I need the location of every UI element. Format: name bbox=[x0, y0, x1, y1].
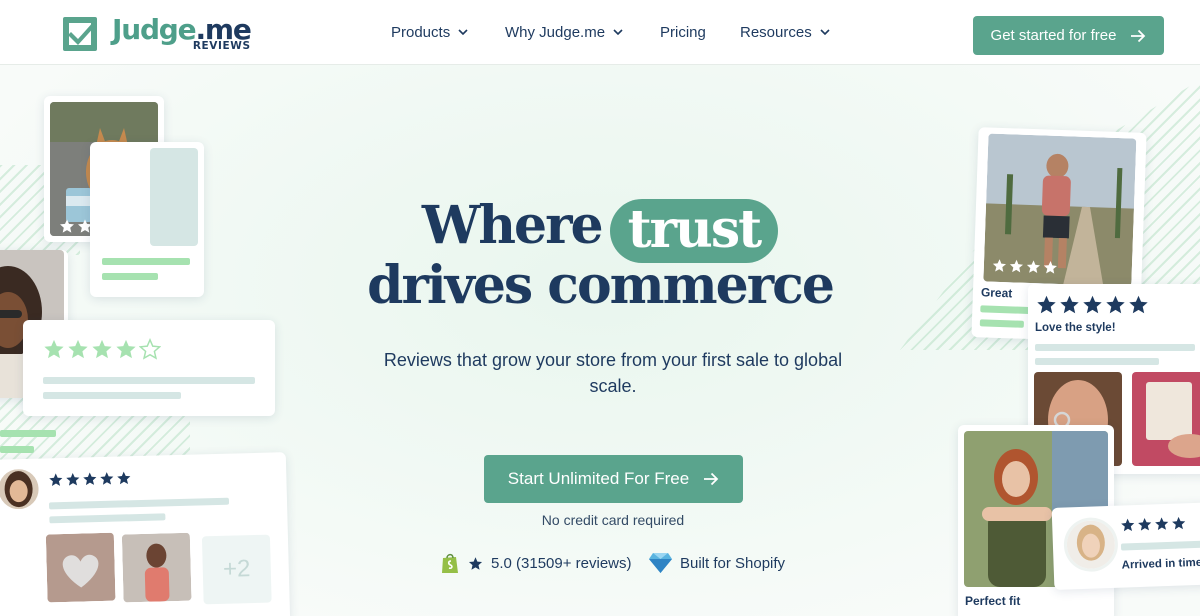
logo-name: Judge bbox=[112, 13, 197, 46]
review-text-bar bbox=[0, 446, 34, 453]
star-icon bbox=[1026, 260, 1040, 274]
reviewer-avatar bbox=[0, 468, 40, 510]
star-icon bbox=[1155, 517, 1169, 531]
star-icon bbox=[100, 472, 114, 485]
review-card-with-photos: +2 bbox=[0, 452, 291, 616]
rating-text: 5.0 (31509+ reviews) bbox=[491, 554, 632, 572]
review-photo-product bbox=[1132, 372, 1200, 466]
menu-products-label: Products bbox=[391, 23, 451, 41]
review-text-bar bbox=[43, 392, 181, 399]
perfect-fit-caption: Perfect fit bbox=[965, 594, 1021, 608]
menu-resources[interactable]: Resources bbox=[740, 0, 830, 64]
star-icon bbox=[66, 472, 80, 486]
star-icon bbox=[1121, 518, 1135, 532]
star-icon bbox=[1043, 260, 1057, 274]
love-style-stars bbox=[1036, 294, 1151, 315]
shopify-proof: Built for Shopify bbox=[648, 550, 785, 576]
star-icon bbox=[116, 339, 136, 359]
star-icon bbox=[1106, 295, 1125, 314]
shopify-bag-icon bbox=[442, 553, 458, 573]
star-icon bbox=[1172, 516, 1186, 530]
review-text-bar bbox=[48, 497, 230, 510]
walker-photo bbox=[983, 133, 1137, 287]
star-icon bbox=[92, 339, 112, 359]
star-icon bbox=[1009, 259, 1024, 273]
review-text-bar bbox=[1035, 358, 1159, 365]
four-star-rating bbox=[43, 338, 163, 360]
menu-pricing-label: Pricing bbox=[660, 23, 706, 41]
star-icon bbox=[117, 471, 131, 485]
more-photos-tile[interactable]: +2 bbox=[201, 534, 272, 605]
great-card-stars bbox=[992, 258, 1060, 275]
start-unlimited-label: Start Unlimited For Free bbox=[507, 469, 690, 488]
review-text-bar bbox=[1120, 540, 1200, 551]
rating-proof: 5.0 (31509+ reviews) bbox=[441, 550, 632, 576]
reviewer-avatar bbox=[1066, 519, 1116, 570]
star-icon bbox=[1138, 518, 1152, 531]
great-caption: Great bbox=[980, 285, 1013, 301]
review-text-bar bbox=[0, 430, 56, 437]
love-style-caption: Love the style! bbox=[1035, 322, 1116, 334]
menu-why-judgeme[interactable]: Why Judge.me bbox=[505, 0, 623, 64]
judgeme-logo[interactable]: Judge.me REVIEWS bbox=[62, 13, 252, 54]
arrow-right-icon bbox=[704, 472, 719, 486]
star-icon bbox=[49, 473, 63, 487]
menu-pricing[interactable]: Pricing bbox=[660, 0, 706, 64]
menu-resources-label: Resources bbox=[740, 23, 812, 41]
chevron-down-icon bbox=[458, 29, 468, 35]
logo-text: Judge.me REVIEWS bbox=[112, 13, 252, 53]
hero-subtitle: Reviews that grow your store from your f… bbox=[383, 350, 843, 396]
get-started-button[interactable]: Get started for free bbox=[973, 16, 1164, 55]
diamond-icon bbox=[649, 553, 672, 573]
star-icon bbox=[83, 472, 97, 486]
star-icon bbox=[1037, 295, 1056, 314]
bottom-card-stars bbox=[48, 470, 133, 487]
more-photos-count: +2 bbox=[222, 555, 251, 583]
menu-products[interactable]: Products bbox=[391, 0, 468, 64]
review-card-four-star bbox=[23, 320, 275, 416]
logo-check-icon bbox=[63, 17, 97, 51]
arrived-card-stars bbox=[1120, 515, 1188, 532]
review-text-bar bbox=[43, 377, 255, 384]
start-unlimited-button[interactable]: Start Unlimited For Free bbox=[484, 455, 743, 503]
logo-tagline: REVIEWS bbox=[192, 40, 251, 52]
review-text-bar bbox=[979, 319, 1024, 328]
star-empty-icon bbox=[139, 338, 161, 360]
shopify-text: Built for Shopify bbox=[680, 554, 786, 572]
arrived-caption: Arrived in time bbox=[1121, 556, 1200, 572]
review-card-arrived: Arrived in time bbox=[1051, 502, 1200, 590]
chevron-down-icon bbox=[613, 29, 623, 35]
arrow-right-icon bbox=[1131, 29, 1146, 42]
headline-trust-pill: trust bbox=[609, 199, 779, 263]
star-icon bbox=[1129, 295, 1148, 314]
menu-why-label: Why Judge.me bbox=[505, 23, 606, 41]
star-icon bbox=[468, 556, 483, 570]
review-photo-heart bbox=[45, 532, 116, 603]
star-icon bbox=[992, 259, 1007, 272]
headline-where: Where bbox=[421, 195, 604, 256]
chevron-down-icon bbox=[820, 29, 830, 35]
star-icon bbox=[1083, 295, 1102, 314]
review-photo-person bbox=[121, 532, 192, 603]
top-navigation: Judge.me REVIEWS Products Why Judge.me P… bbox=[0, 0, 1200, 65]
star-icon bbox=[44, 339, 64, 359]
review-text-bar bbox=[1035, 344, 1195, 351]
get-started-label: Get started for free bbox=[990, 27, 1117, 44]
star-icon bbox=[1060, 295, 1079, 314]
star-icon bbox=[68, 339, 88, 359]
